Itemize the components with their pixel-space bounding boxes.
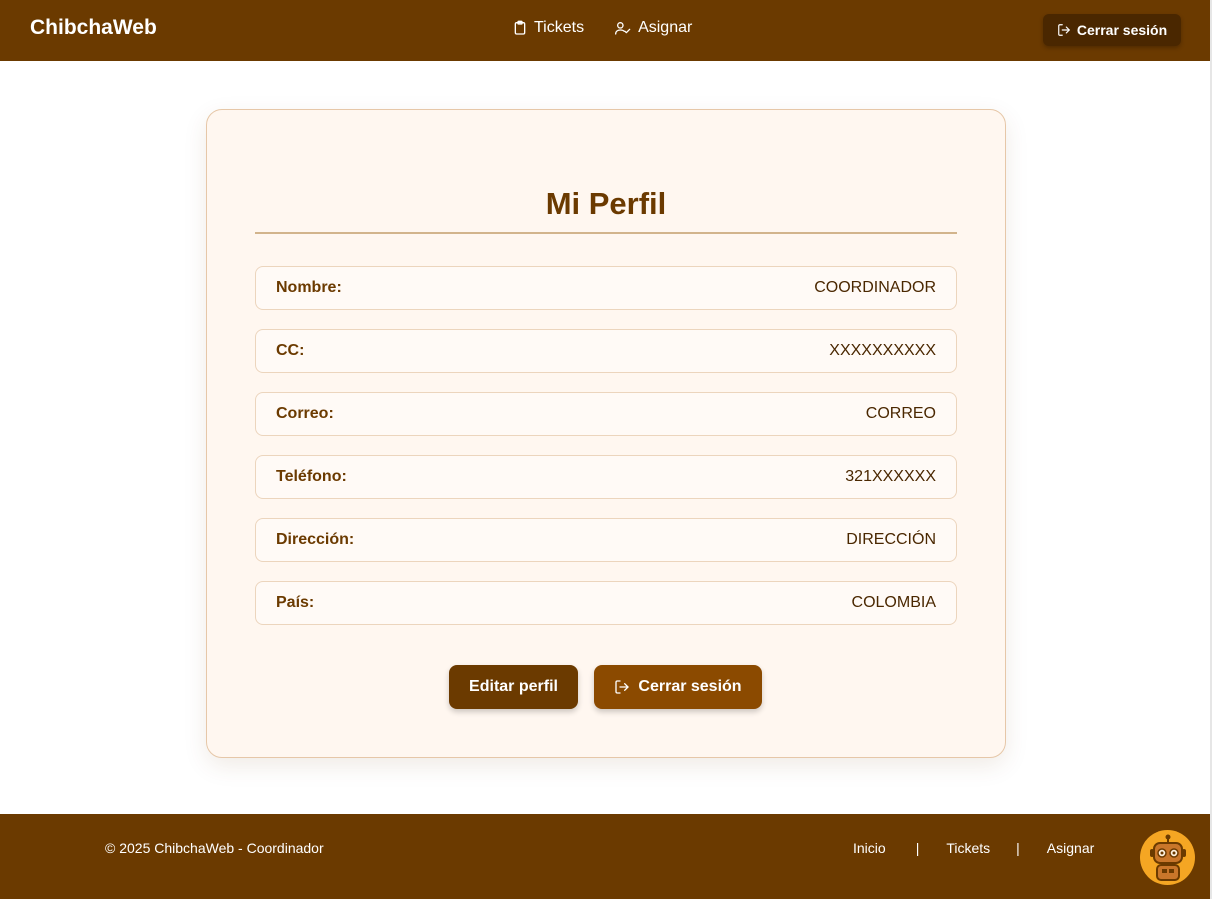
field-cc: CC: XXXXXXXXXX (255, 329, 957, 373)
field-nombre: Nombre: COORDINADOR (255, 266, 957, 310)
profile-card: Mi Perfil Nombre: COORDINADOR CC: XXXXXX… (206, 109, 1006, 758)
header-logout-label: Cerrar sesión (1076, 22, 1168, 38)
logout-icon (1058, 24, 1070, 36)
page-title: Mi Perfil (545, 186, 667, 221)
chatbot-button[interactable] (1140, 830, 1195, 885)
nav-asignar-label: Asignar (638, 19, 693, 36)
nav-tickets-label: Tickets (534, 19, 585, 36)
field-value: 321XXXXXX (845, 468, 936, 485)
footer: © 2025 ChibchaWeb - Coordinador Inicio |… (0, 814, 1210, 899)
field-direccion: Dirección: DIRECCIÓN (255, 518, 957, 562)
robot-icon (1149, 834, 1186, 881)
footer-link-tickets[interactable]: Tickets (946, 840, 990, 856)
field-label: País: (276, 594, 315, 611)
logout-button[interactable]: Cerrar sesión (594, 665, 762, 709)
clipboard-icon (514, 20, 526, 35)
top-navbar: ChibchaWeb Tickets Asignar Cerrar sesión (0, 0, 1210, 61)
footer-link-inicio[interactable]: Inicio (853, 840, 886, 856)
user-check-icon (615, 22, 631, 35)
field-label: Teléfono: (276, 468, 347, 485)
copyright-text: © 2025 ChibchaWeb - Coordinador (105, 840, 324, 856)
field-value: COLOMBIA (851, 594, 936, 611)
header-logout-button[interactable]: Cerrar sesión (1043, 14, 1181, 46)
field-value: XXXXXXXXXX (829, 342, 936, 359)
field-telefono: Teléfono: 321XXXXXX (255, 455, 957, 499)
field-correo: Correo: CORREO (255, 392, 957, 436)
footer-links: Inicio | Tickets | Asignar (853, 840, 1094, 856)
footer-separator: | (1016, 840, 1020, 856)
edit-profile-button[interactable]: Editar perfil (449, 665, 578, 709)
field-value: CORREO (865, 405, 936, 422)
field-label: Dirección: (276, 531, 355, 548)
field-label: CC: (276, 342, 305, 359)
footer-separator: | (915, 840, 920, 856)
nav-asignar[interactable]: Asignar (614, 19, 692, 37)
brand-logo[interactable]: ChibchaWeb (30, 16, 157, 40)
logout-icon (615, 680, 630, 694)
field-value: DIRECCIÓN (846, 531, 936, 548)
field-value: COORDINADOR (814, 279, 936, 296)
field-label: Nombre: (276, 279, 342, 296)
footer-link-asignar[interactable]: Asignar (1047, 840, 1094, 856)
logout-button-label: Cerrar sesión (638, 678, 742, 695)
field-pais: País: COLOMBIA (255, 581, 957, 625)
main-nav: Tickets Asignar (512, 19, 692, 37)
nav-tickets[interactable]: Tickets (512, 19, 584, 37)
field-label: Correo: (276, 405, 334, 422)
title-divider (255, 232, 957, 234)
